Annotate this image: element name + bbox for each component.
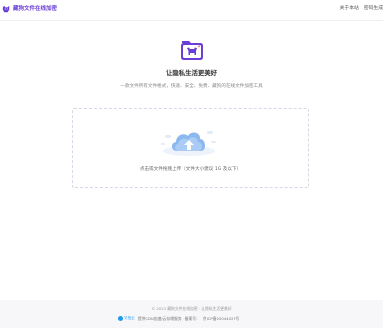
hero-title: 让隐私生活更美好: [165, 69, 218, 77]
dog-folder-icon: [181, 41, 203, 60]
copyright-text: © 2023 藏狗文件在线加密 · 让隐私生活更美好: [151, 306, 232, 311]
file-upload-dropzone[interactable]: 点击或文件拖拽上传（文件大小建议 1G 及以下）: [72, 108, 309, 188]
brand-name: 藏狗文件在线加密: [13, 6, 58, 12]
cdn-service-text: 提供CDN加速/云存储服务: [137, 316, 182, 321]
upload-hint: 点击或文件拖拽上传（文件大小建议 1G 及以下）: [139, 167, 242, 172]
cloud-upload-icon: [161, 131, 216, 156]
nav-password-link[interactable]: 密码生成: [364, 6, 383, 12]
cdn-logo-icon: [118, 316, 123, 321]
nav-about-link[interactable]: 关于本站: [340, 6, 359, 12]
hero-subtitle: 一款文件所有文件格式，快速、安全、免费、藏狗的在线文件加密工具: [120, 84, 263, 89]
brand-link[interactable]: 藏狗文件在线加密: [2, 5, 57, 13]
dog-icon: [2, 5, 10, 13]
page: 藏狗文件在线加密 关于本站 密码生成 让隐私生活更美好 一款文件所有文件格式，快…: [0, 0, 383, 328]
icp-number-link[interactable]: 京ICP备2004402?号: [203, 316, 239, 321]
top-header: 藏狗文件在线加密 关于本站 密码生成: [0, 0, 383, 21]
cdn-logo-text: 又拍云: [124, 316, 135, 320]
cdn-logo[interactable]: 又拍云: [118, 316, 135, 321]
footer-info-line: 又拍云 提供CDN加速/云存储服务 备案号： 京ICP备2004402?号: [118, 316, 239, 321]
footer: © 2023 藏狗文件在线加密 · 让隐私生活更美好 又拍云 提供CDN加速/云…: [0, 300, 383, 328]
top-nav: 关于本站 密码生成: [340, 6, 383, 12]
icp-label: 备案号：: [184, 316, 200, 321]
